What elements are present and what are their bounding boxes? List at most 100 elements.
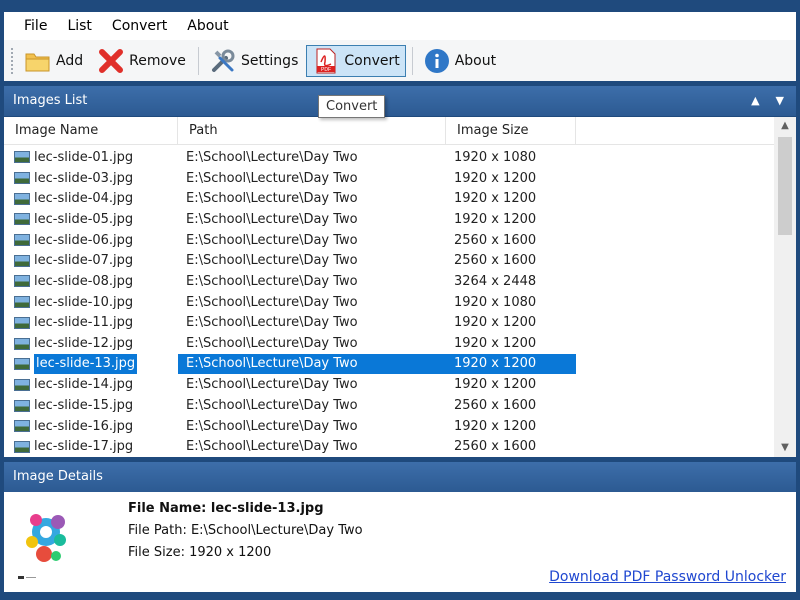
cell-image-name: lec-slide-03.jpg	[4, 171, 178, 186]
cell-image-size: 1920 x 1200	[454, 191, 537, 207]
cell-path: E:\School\Lecture\Day Two	[186, 294, 358, 310]
table-row[interactable]: lec-slide-16.jpg E:\School\Lecture\Day Tw…	[4, 416, 774, 437]
image-name-text: lec-slide-05.jpg	[34, 211, 134, 227]
list-rows: lec-slide-01.jpg E:\School\Lecture\Day Tw…	[4, 147, 774, 457]
image-file-icon	[14, 337, 30, 350]
cell-image-name: lec-slide-08.jpg	[4, 274, 178, 289]
image-file-icon	[14, 378, 30, 391]
table-row[interactable]: lec-slide-12.jpg E:\School\Lecture\Day Tw…	[4, 333, 774, 354]
cell-path: E:\School\Lecture\Day Two	[186, 149, 358, 165]
remove-label: Remove	[129, 52, 186, 69]
cell-path: E:\School\Lecture\Day Two	[186, 170, 358, 186]
scrollbar-thumb[interactable]	[778, 137, 792, 235]
about-button[interactable]: About	[417, 45, 502, 77]
cell-path: E:\School\Lecture\Day Two	[178, 354, 446, 375]
cell-path: E:\School\Lecture\Day Two	[186, 232, 358, 248]
column-header-image-name[interactable]: Image Name	[4, 117, 178, 145]
image-name-text: lec-slide-12.jpg	[34, 336, 134, 352]
cell-image-name: lec-slide-11.jpg	[4, 315, 178, 330]
image-file-icon	[14, 440, 30, 453]
window-bottom-border	[0, 592, 800, 600]
cell-image-name: lec-slide-13.jpg	[4, 354, 178, 375]
images-list: Image Name Path Image Size lec-slide-01.…	[4, 117, 796, 457]
image-file-icon	[14, 234, 30, 247]
toolbar-grip[interactable]	[10, 46, 14, 75]
add-label: Add	[56, 52, 84, 69]
table-row[interactable]: lec-slide-07.jpg E:\School\Lecture\Day Tw…	[4, 250, 774, 271]
cell-path: E:\School\Lecture\Day Two	[186, 191, 358, 207]
folder-add-icon	[24, 47, 52, 75]
cell-path: E:\School\Lecture\Day Two	[186, 418, 358, 434]
info-icon	[423, 47, 451, 75]
image-details-title: Image Details	[13, 469, 103, 484]
image-name-text: lec-slide-17.jpg	[34, 439, 134, 455]
table-row[interactable]: lec-slide-01.jpg E:\School\Lecture\Day Tw…	[4, 147, 774, 168]
menu-file[interactable]: File	[14, 12, 57, 40]
image-file-icon	[14, 399, 30, 412]
settings-label: Settings	[240, 52, 299, 69]
image-preview	[16, 504, 76, 582]
scroll-down-arrow-icon[interactable]: ▼	[774, 439, 796, 457]
image-name-text: lec-slide-06.jpg	[34, 232, 134, 248]
cell-image-name: lec-slide-16.jpg	[4, 419, 178, 434]
convert-label: Convert	[344, 52, 400, 69]
menu-about[interactable]: About	[177, 12, 238, 40]
menu-bar: File List Convert About	[0, 12, 800, 40]
pdf-icon: PDF	[312, 47, 340, 75]
image-file-icon	[14, 316, 30, 329]
column-header-path[interactable]: Path	[178, 117, 446, 145]
table-row[interactable]: lec-slide-10.jpg E:\School\Lecture\Day Tw…	[4, 292, 774, 313]
about-label: About	[454, 52, 497, 69]
cell-path: E:\School\Lecture\Day Two	[186, 336, 358, 352]
image-name-text: lec-slide-14.jpg	[34, 377, 134, 393]
add-button[interactable]: Add	[18, 45, 89, 77]
table-row[interactable]: lec-slide-04.jpg E:\School\Lecture\Day Tw…	[4, 188, 774, 209]
remove-button[interactable]: Remove	[91, 45, 192, 77]
table-row[interactable]: lec-slide-08.jpg E:\School\Lecture\Day Tw…	[4, 271, 774, 292]
cell-image-size: 1920 x 1200	[454, 336, 537, 352]
table-row[interactable]: lec-slide-05.jpg E:\School\Lecture\Day Tw…	[4, 209, 774, 230]
image-file-icon	[14, 254, 30, 267]
image-name-text: lec-slide-11.jpg	[34, 315, 134, 331]
table-row[interactable]: lec-slide-03.jpg E:\School\Lecture\Day Tw…	[4, 168, 774, 189]
column-header-image-size[interactable]: Image Size	[446, 117, 576, 145]
image-name-text: lec-slide-01.jpg	[34, 149, 134, 165]
download-unlocker-link[interactable]: Download PDF Password Unlocker	[549, 569, 786, 585]
toolbar-separator	[197, 46, 199, 75]
table-row[interactable]: lec-slide-17.jpg E:\School\Lecture\Day Tw…	[4, 437, 774, 458]
up-arrow-icon[interactable]: ▲	[751, 86, 759, 116]
table-row[interactable]: lec-slide-06.jpg E:\School\Lecture\Day Tw…	[4, 230, 774, 251]
menu-convert[interactable]: Convert	[102, 12, 177, 40]
cell-path: E:\School\Lecture\Day Two	[186, 398, 358, 414]
cell-image-name: lec-slide-04.jpg	[4, 191, 178, 206]
cell-image-name: lec-slide-12.jpg	[4, 336, 178, 351]
table-row[interactable]: lec-slide-14.jpg E:\School\Lecture\Day Tw…	[4, 375, 774, 396]
image-file-icon	[14, 151, 30, 164]
table-row[interactable]: lec-slide-15.jpg E:\School\Lecture\Day Tw…	[4, 395, 774, 416]
cell-image-name: lec-slide-17.jpg	[4, 439, 178, 454]
menu-list[interactable]: List	[57, 12, 101, 40]
images-list-header: Images List ▲ ▼	[4, 86, 796, 116]
convert-tooltip: Convert	[318, 95, 386, 118]
cell-image-size: 1920 x 1200	[454, 315, 537, 331]
down-arrow-icon[interactable]: ▼	[776, 86, 784, 116]
table-row[interactable]: lec-slide-11.jpg E:\School\Lecture\Day Tw…	[4, 313, 774, 334]
image-file-icon	[14, 275, 30, 288]
cell-image-size: 2560 x 1600	[454, 439, 537, 455]
cell-image-size: 1920 x 1200	[454, 377, 537, 393]
scroll-up-arrow-icon[interactable]: ▲	[774, 117, 796, 135]
detail-file-size: File Size: 1920 x 1200	[128, 545, 272, 560]
table-row[interactable]: lec-slide-13.jpg E:\School\Lecture\Day Tw…	[4, 354, 774, 375]
cell-image-size: 3264 x 2448	[454, 273, 537, 289]
cell-path: E:\School\Lecture\Day Two	[186, 211, 358, 227]
image-name-text: lec-slide-10.jpg	[34, 294, 134, 310]
image-file-icon	[14, 192, 30, 205]
image-name-text: lec-slide-04.jpg	[34, 191, 134, 207]
red-x-icon	[97, 47, 125, 75]
settings-button[interactable]: Settings	[203, 45, 304, 77]
cell-image-size: 2560 x 1600	[454, 232, 537, 248]
convert-button[interactable]: PDF Convert	[306, 44, 406, 77]
detail-file-path: File Path: E:\School\Lecture\Day Two	[128, 523, 363, 538]
vertical-scrollbar[interactable]: ▲ ▼	[774, 117, 796, 457]
title-bar	[0, 0, 800, 12]
